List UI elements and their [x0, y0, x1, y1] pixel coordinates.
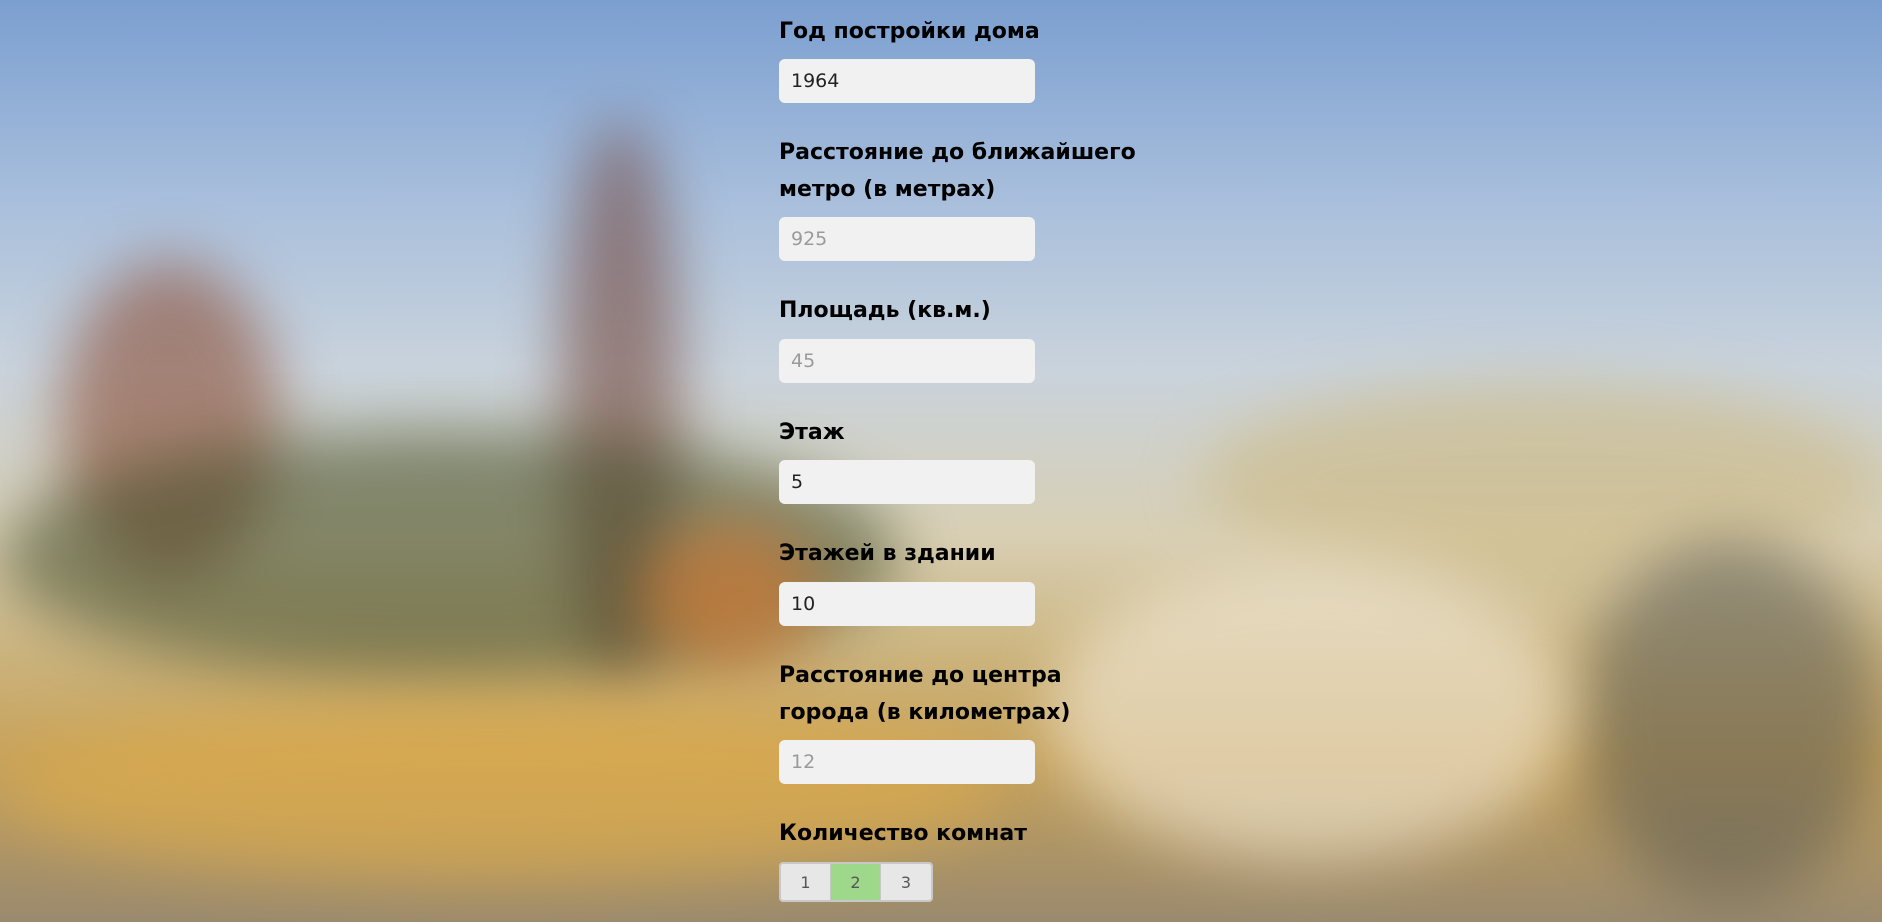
room-option-1[interactable]: 1 — [781, 864, 831, 900]
floor-input[interactable] — [779, 460, 1035, 504]
room-option-3[interactable]: 3 — [881, 864, 931, 900]
rooms-selector: 1 2 3 — [779, 862, 933, 902]
floor-label: Этаж — [779, 420, 845, 445]
metro-distance-input[interactable] — [779, 217, 1035, 261]
city-center-distance-label: Расстояние до центра города (в километра… — [779, 663, 1071, 725]
year-built-input[interactable] — [779, 59, 1035, 103]
area-input[interactable] — [779, 339, 1035, 383]
year-built-label: Год постройки дома — [779, 19, 1040, 44]
rooms-label: Количество комнат — [779, 821, 1027, 846]
area-label: Площадь (кв.м.) — [779, 298, 991, 323]
metro-distance-label: Расстояние до ближайшего метро (в метрах… — [779, 140, 1136, 202]
floors-in-building-label: Этажей в здании — [779, 541, 996, 566]
floors-in-building-input[interactable] — [779, 582, 1035, 626]
city-center-distance-input[interactable] — [779, 740, 1035, 784]
room-option-2[interactable]: 2 — [831, 864, 881, 900]
